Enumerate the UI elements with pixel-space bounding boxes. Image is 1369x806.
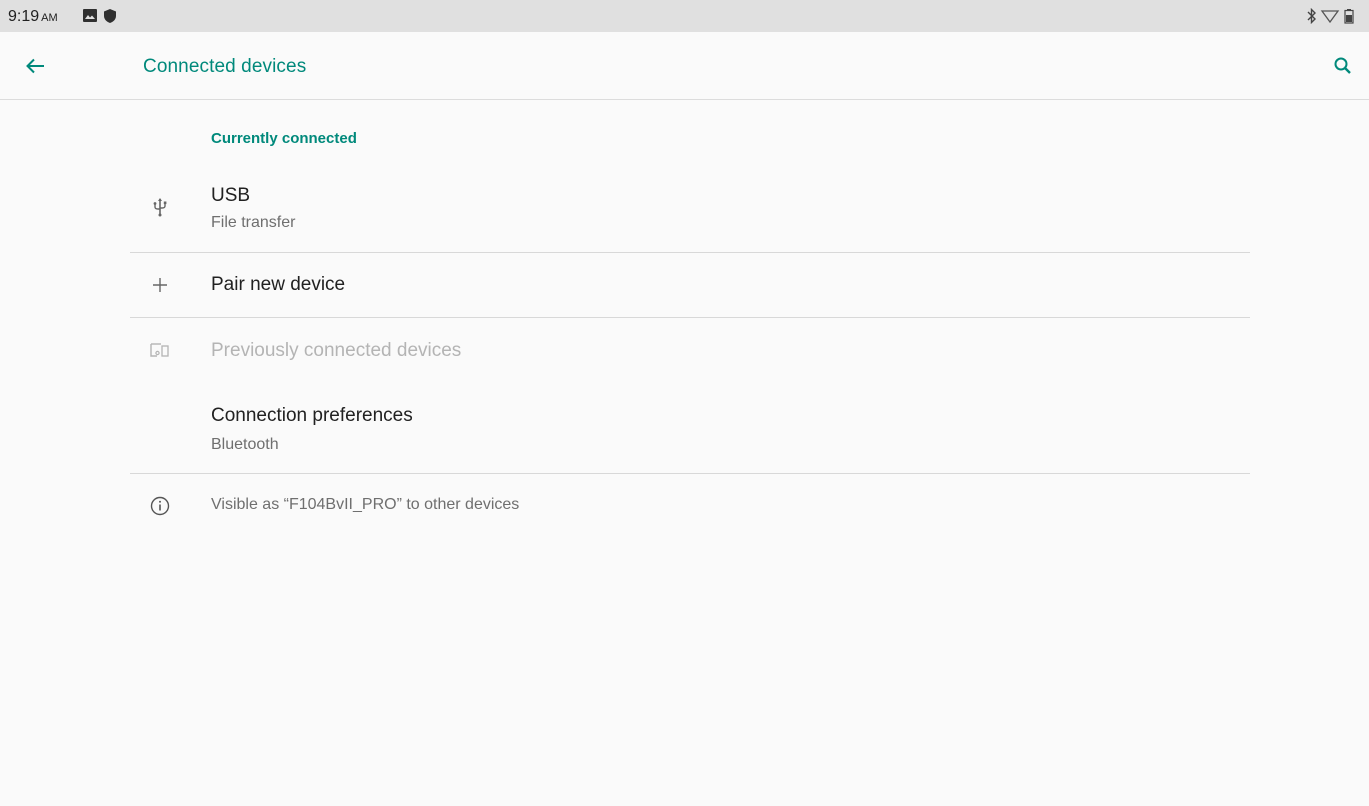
visibility-info-text: Visible as “F104BvII_PRO” to other devic… <box>211 496 520 513</box>
connection-preferences-item[interactable]: Connection preferences Bluetooth <box>130 394 1250 472</box>
pair-new-device-title: Pair new device <box>211 274 346 295</box>
status-time-value: 9:19 <box>8 8 40 25</box>
status-right-icons <box>1305 7 1361 25</box>
connection-preferences-title: Connection preferences <box>211 405 413 426</box>
battery-icon <box>1344 9 1354 24</box>
status-time-ampm: AM <box>41 12 58 24</box>
status-bar: 9:19 AM <box>0 0 1369 32</box>
section-header-currently-connected: Currently connected <box>211 130 357 147</box>
divider <box>130 473 1250 474</box>
plus-icon <box>148 273 172 297</box>
previously-connected-devices-title: Previously connected devices <box>211 340 462 361</box>
devices-icon <box>148 339 172 363</box>
usb-icon <box>148 195 172 219</box>
info-icon <box>148 494 172 518</box>
wifi-icon <box>1320 10 1340 24</box>
usb-device-item[interactable]: USB File transfer <box>130 175 1250 251</box>
back-button[interactable] <box>20 52 52 80</box>
previously-connected-devices-item[interactable]: Previously connected devices <box>130 318 1250 382</box>
page-title: Connected devices <box>143 56 307 77</box>
connection-preferences-summary: Bluetooth <box>211 436 279 453</box>
bluetooth-icon <box>1307 7 1316 25</box>
status-time: 9:19 AM <box>8 8 58 26</box>
search-button[interactable] <box>1327 52 1359 80</box>
search-icon <box>1334 57 1351 74</box>
usb-title: USB <box>211 185 251 206</box>
image-icon <box>83 9 97 27</box>
shield-icon <box>104 9 116 28</box>
usb-summary: File transfer <box>211 214 296 231</box>
app-bar: Connected devices <box>0 32 1369 100</box>
pair-new-device-item[interactable]: Pair new device <box>130 253 1250 317</box>
arrow-back-icon <box>26 58 44 74</box>
